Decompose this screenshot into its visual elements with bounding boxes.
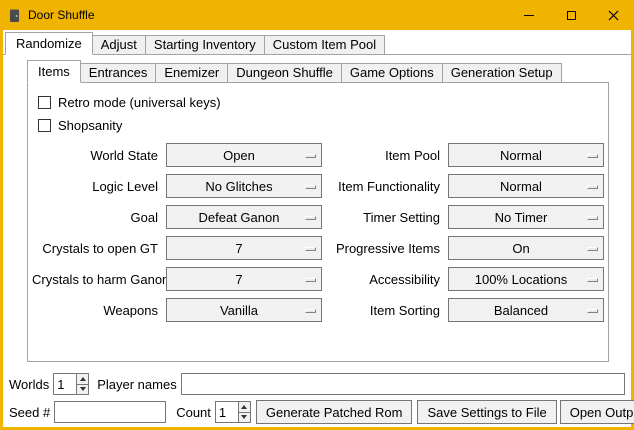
shopsanity-checkbox[interactable]: Shopsanity: [28, 114, 608, 137]
arrow-up-icon: [241, 405, 247, 409]
tab-enemizer[interactable]: Enemizer: [155, 63, 228, 83]
dropdown-indicator-icon: [587, 247, 598, 251]
dropdown-indicator-icon: [587, 154, 598, 158]
dropdown-indicator-icon: [587, 216, 598, 220]
seed-row: Seed # Count 1 Generate Patched Rom Save…: [9, 400, 625, 424]
accessibility-label: Accessibility: [330, 272, 440, 287]
spin-down-button[interactable]: [77, 385, 88, 395]
window-controls: [508, 0, 634, 30]
worlds-value[interactable]: 1: [54, 374, 76, 394]
main-tab-bar: Randomize Adjust Starting Inventory Cust…: [3, 30, 631, 54]
count-value[interactable]: 1: [216, 402, 238, 422]
item-functionality-label: Item Functionality: [330, 179, 440, 194]
tab-custom-item-pool[interactable]: Custom Item Pool: [264, 35, 385, 55]
count-label: Count: [176, 405, 211, 420]
dropdown-indicator-icon: [587, 278, 598, 282]
dropdown-indicator-icon: [305, 247, 316, 251]
generate-rom-button[interactable]: Generate Patched Rom: [256, 400, 413, 424]
tab-entrances[interactable]: Entrances: [80, 63, 157, 83]
spin-up-button[interactable]: [239, 402, 250, 413]
accessibility-dropdown[interactable]: 100% Locations: [448, 267, 604, 291]
close-icon: [608, 10, 619, 21]
count-spinner[interactable]: 1: [215, 401, 251, 423]
seed-label: Seed #: [9, 405, 50, 420]
arrow-down-icon: [241, 415, 247, 419]
minimize-icon: [524, 15, 534, 16]
shopsanity-label: Shopsanity: [58, 118, 122, 133]
checkbox-icon: [38, 96, 51, 109]
randomize-panel: Items Entrances Enemizer Dungeon Shuffle…: [3, 54, 631, 427]
dropdown-indicator-icon: [587, 185, 598, 189]
worlds-spinner[interactable]: 1: [53, 373, 89, 395]
world-state-dropdown[interactable]: Open: [166, 143, 322, 167]
item-sorting-dropdown[interactable]: Balanced: [448, 298, 604, 322]
tab-game-options[interactable]: Game Options: [341, 63, 443, 83]
items-panel: Retro mode (universal keys) Shopsanity W…: [27, 82, 609, 362]
settings-tab-bar: Items Entrances Enemizer Dungeon Shuffle…: [27, 58, 609, 82]
checkbox-icon: [38, 119, 51, 132]
save-settings-button[interactable]: Save Settings to File: [417, 400, 556, 424]
tab-starting-inventory[interactable]: Starting Inventory: [145, 35, 265, 55]
maximize-icon: [567, 11, 576, 20]
player-names-input[interactable]: [181, 373, 625, 395]
retro-mode-label: Retro mode (universal keys): [58, 95, 221, 110]
window-title: Door Shuffle: [28, 8, 95, 22]
app-icon: [7, 8, 22, 23]
goal-dropdown[interactable]: Defeat Ganon: [166, 205, 322, 229]
arrow-down-icon: [80, 387, 86, 391]
item-sorting-label: Item Sorting: [330, 303, 440, 318]
maximize-button[interactable]: [550, 0, 592, 30]
crystals-open-gt-dropdown[interactable]: 7: [166, 236, 322, 260]
item-pool-label: Item Pool: [330, 148, 440, 163]
spinner-arrows: [76, 374, 88, 394]
dropdown-indicator-icon: [305, 278, 316, 282]
close-button[interactable]: [592, 0, 634, 30]
logic-level-label: Logic Level: [32, 179, 158, 194]
door-shuffle-window: Door Shuffle Randomize Adjust Starting I…: [0, 0, 634, 430]
tab-items[interactable]: Items: [27, 60, 81, 83]
player-names-label: Player names: [97, 377, 176, 392]
tab-dungeon-shuffle[interactable]: Dungeon Shuffle: [227, 63, 342, 83]
tab-randomize[interactable]: Randomize: [5, 32, 93, 55]
worlds-row: Worlds 1 Player names: [9, 373, 625, 395]
seed-input[interactable]: [54, 401, 166, 423]
client-area: Randomize Adjust Starting Inventory Cust…: [3, 30, 631, 427]
spin-down-button[interactable]: [239, 413, 250, 423]
dropdown-indicator-icon: [305, 185, 316, 189]
dropdown-indicator-icon: [305, 216, 316, 220]
minimize-button[interactable]: [508, 0, 550, 30]
logic-level-dropdown[interactable]: No Glitches: [166, 174, 322, 198]
crystals-harm-ganon-label: Crystals to harm Ganon: [32, 272, 158, 287]
arrow-up-icon: [80, 377, 86, 381]
weapons-label: Weapons: [32, 303, 158, 318]
progressive-items-label: Progressive Items: [330, 241, 440, 256]
timer-setting-label: Timer Setting: [330, 210, 440, 225]
spin-up-button[interactable]: [77, 374, 88, 385]
dropdown-indicator-icon: [305, 154, 316, 158]
dropdown-indicator-icon: [305, 309, 316, 313]
settings-grid: World State Open Item Pool Normal Logic …: [32, 143, 608, 322]
spinner-arrows: [238, 402, 250, 422]
item-functionality-dropdown[interactable]: Normal: [448, 174, 604, 198]
item-pool-dropdown[interactable]: Normal: [448, 143, 604, 167]
open-output-button[interactable]: Open Output Directory: [560, 400, 634, 424]
tab-generation-setup[interactable]: Generation Setup: [442, 63, 562, 83]
weapons-dropdown[interactable]: Vanilla: [166, 298, 322, 322]
crystals-harm-ganon-dropdown[interactable]: 7: [166, 267, 322, 291]
dropdown-indicator-icon: [587, 309, 598, 313]
crystals-open-gt-label: Crystals to open GT: [32, 241, 158, 256]
bottom-controls: Worlds 1 Player names Seed # Count: [9, 368, 625, 424]
settings-notebook: Items Entrances Enemizer Dungeon Shuffle…: [27, 58, 609, 362]
titlebar[interactable]: Door Shuffle: [0, 0, 634, 30]
goal-label: Goal: [32, 210, 158, 225]
retro-mode-checkbox[interactable]: Retro mode (universal keys): [28, 91, 608, 114]
world-state-label: World State: [32, 148, 158, 163]
worlds-label: Worlds: [9, 377, 49, 392]
progressive-items-dropdown[interactable]: On: [448, 236, 604, 260]
timer-setting-dropdown[interactable]: No Timer: [448, 205, 604, 229]
tab-adjust[interactable]: Adjust: [92, 35, 146, 55]
